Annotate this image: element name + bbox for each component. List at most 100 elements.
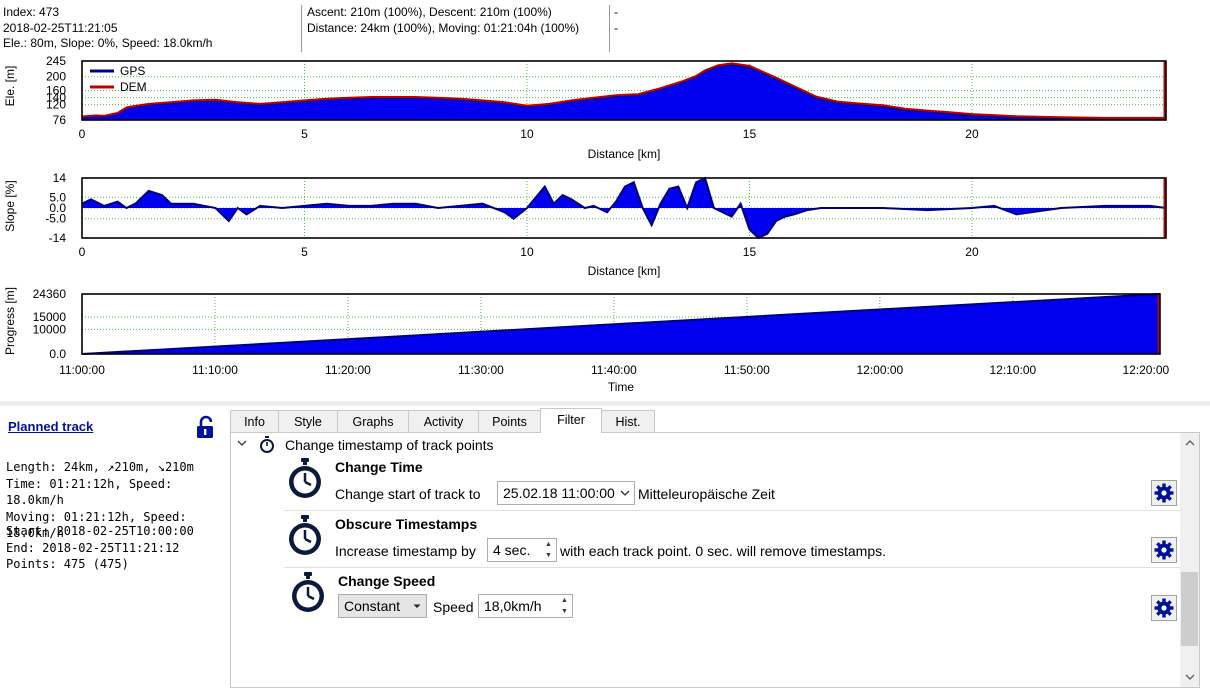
x-tick-label: 0 [79,127,86,141]
spin-up-icon[interactable]: ▲ [557,595,572,606]
track-end: End: 2018-02-25T11:21:12 [6,540,180,555]
change-speed-title: Change Speed [338,573,436,589]
y-tick-label: -5.0 [45,212,66,226]
track-dates: Start: 2018-02-25T10:00:00 End: 2018-02-… [6,523,194,573]
tab-points[interactable]: Points [478,410,541,432]
obscure-settings-button[interactable] [1151,537,1177,563]
y-tick-label: 200 [46,70,66,84]
clock-icon [286,515,324,557]
divider [609,5,610,52]
x-axis-label: Time [608,380,635,394]
speed-mode-value: Constant [344,598,401,614]
x-tick-label: 20 [965,245,979,259]
spin-down-icon[interactable]: ▼ [541,550,556,561]
x-tick-label: 11:30:00 [458,363,504,377]
speed-mode-select[interactable]: Constant [338,594,427,618]
y-axis-label: Slope [%] [3,180,17,231]
y-tick-label: 0.0 [49,347,66,361]
tab-filter[interactable]: Filter [540,408,602,433]
point-info: Index: 473 2018-02-25T11:21:05 Ele.: 80m… [3,5,212,52]
collapse-chevron-icon[interactable] [236,437,248,452]
tab-info[interactable]: Info [230,410,279,432]
stopwatch-icon [259,436,275,456]
spin-down-icon[interactable]: ▼ [557,606,572,617]
speed-spinner[interactable]: 18,0km/h ▲ ▼ [478,594,573,618]
y-tick-label: 24360 [33,287,67,301]
divider [284,510,1180,511]
x-tick-label: 15 [743,245,757,259]
gear-icon [1154,540,1174,560]
x-tick-label: 0 [79,245,86,259]
start-time-picker[interactable]: 25.02.18 11:00:00 [497,481,635,505]
x-tick-label: 5 [301,127,308,141]
timestamp-increment-spinner[interactable]: 4 sec. ▲ ▼ [487,538,557,562]
y-tick-label: 76 [53,113,67,127]
tab-style[interactable]: Style [278,410,338,432]
change-speed-settings-button[interactable] [1151,595,1177,621]
obscure-label: Increase timestamp by [335,543,476,559]
tab-hist[interactable]: Hist. [601,410,655,432]
obscure-title: Obscure Timestamps [335,516,478,532]
track-time: Time: 01:21:12h, Speed: 18.0km/h [6,476,173,508]
tab-graphs[interactable]: Graphs [337,410,409,432]
x-tick-label: 12:20:00 [1122,363,1169,377]
gear-icon [1154,483,1174,503]
y-axis-label: Ele. [m] [3,66,17,107]
vertical-scrollbar[interactable] [1180,433,1199,687]
legend-entry: GPS [120,64,145,78]
scroll-down-icon[interactable] [1180,669,1199,685]
tab-activity[interactable]: Activity [408,410,479,432]
speed-value: 18,0km/h [484,598,542,614]
point-index: Index: 473 [3,5,60,19]
charts-area[interactable]: 0 5 10 15 2024520016014012076Distance [km]El… [0,56,1210,400]
x-axis-label: Distance [km] [588,147,661,161]
x-tick-label: 10 [520,245,534,259]
x-tick-label: 12:00:00 [857,363,904,377]
track-info-panel: Planned track Length: 24km, ↗210m, ↘210m… [0,406,228,693]
x-tick-label: 11:20:00 [325,363,371,377]
y-tick-label: 14 [53,171,67,185]
track-start: Start: 2018-02-25T10:00:00 [6,524,194,538]
clock-icon [289,572,327,614]
track-summary: Ascent: 210m (100%), Descent: 210m (100%… [307,5,579,36]
extra-value-1: - [614,5,618,19]
x-tick-label: 20 [965,127,979,141]
spin-up-icon[interactable]: ▲ [541,539,556,550]
chart-1 [81,60,1167,121]
point-values: Ele.: 80m, Slope: 0%, Speed: 18.0km/h [3,36,213,50]
x-tick-label: 11:50:00 [724,363,770,377]
divider [301,5,302,52]
timestamp-increment-value: 4 sec. [493,542,531,558]
x-tick-label: 11:40:00 [591,363,637,377]
clock-icon [286,458,324,500]
gear-icon [1154,598,1174,618]
change-time-settings-button[interactable] [1151,480,1177,506]
unlock-icon[interactable] [195,415,217,439]
x-tick-label: 5 [301,245,308,259]
scroll-up-icon[interactable] [1180,435,1199,451]
track-points: Points: 475 (475) [6,557,129,571]
ascent-summary: Ascent: 210m (100%), Descent: 210m (100%… [307,5,552,19]
x-tick-label: 11:00:00 [59,363,105,377]
speed-label: Speed [433,599,474,615]
scrollbar-thumb[interactable] [1181,572,1198,646]
filter-group-title: Change timestamp of track points [285,437,494,453]
track-title-link[interactable]: Planned track [8,419,93,434]
extra-summary: - - [614,5,618,36]
obscure-suffix: with each track point. 0 sec. will remov… [560,543,887,559]
chart-2 [81,176,1167,240]
point-time: 2018-02-25T11:21:05 [3,20,118,35]
timezone-label: Mitteleuropäische Zeit [638,486,775,502]
change-time-title: Change Time [335,459,423,475]
x-tick-label: 11:10:00 [192,363,238,377]
chevron-down-icon [620,482,630,512]
y-tick-label: -14 [49,231,67,245]
y-tick-label: 10000 [33,322,67,336]
x-axis-label: Distance [km] [588,264,661,278]
y-tick-label: 245 [46,56,66,68]
x-tick-label: 15 [743,127,757,141]
track-length: Length: 24km, ↗210m, ↘210m [6,460,194,474]
distance-summary: Distance: 24km (100%), Moving: 01:21:04h… [307,20,580,35]
x-tick-label: 10 [520,127,534,141]
y-axis-label: Progress [m] [3,287,17,355]
